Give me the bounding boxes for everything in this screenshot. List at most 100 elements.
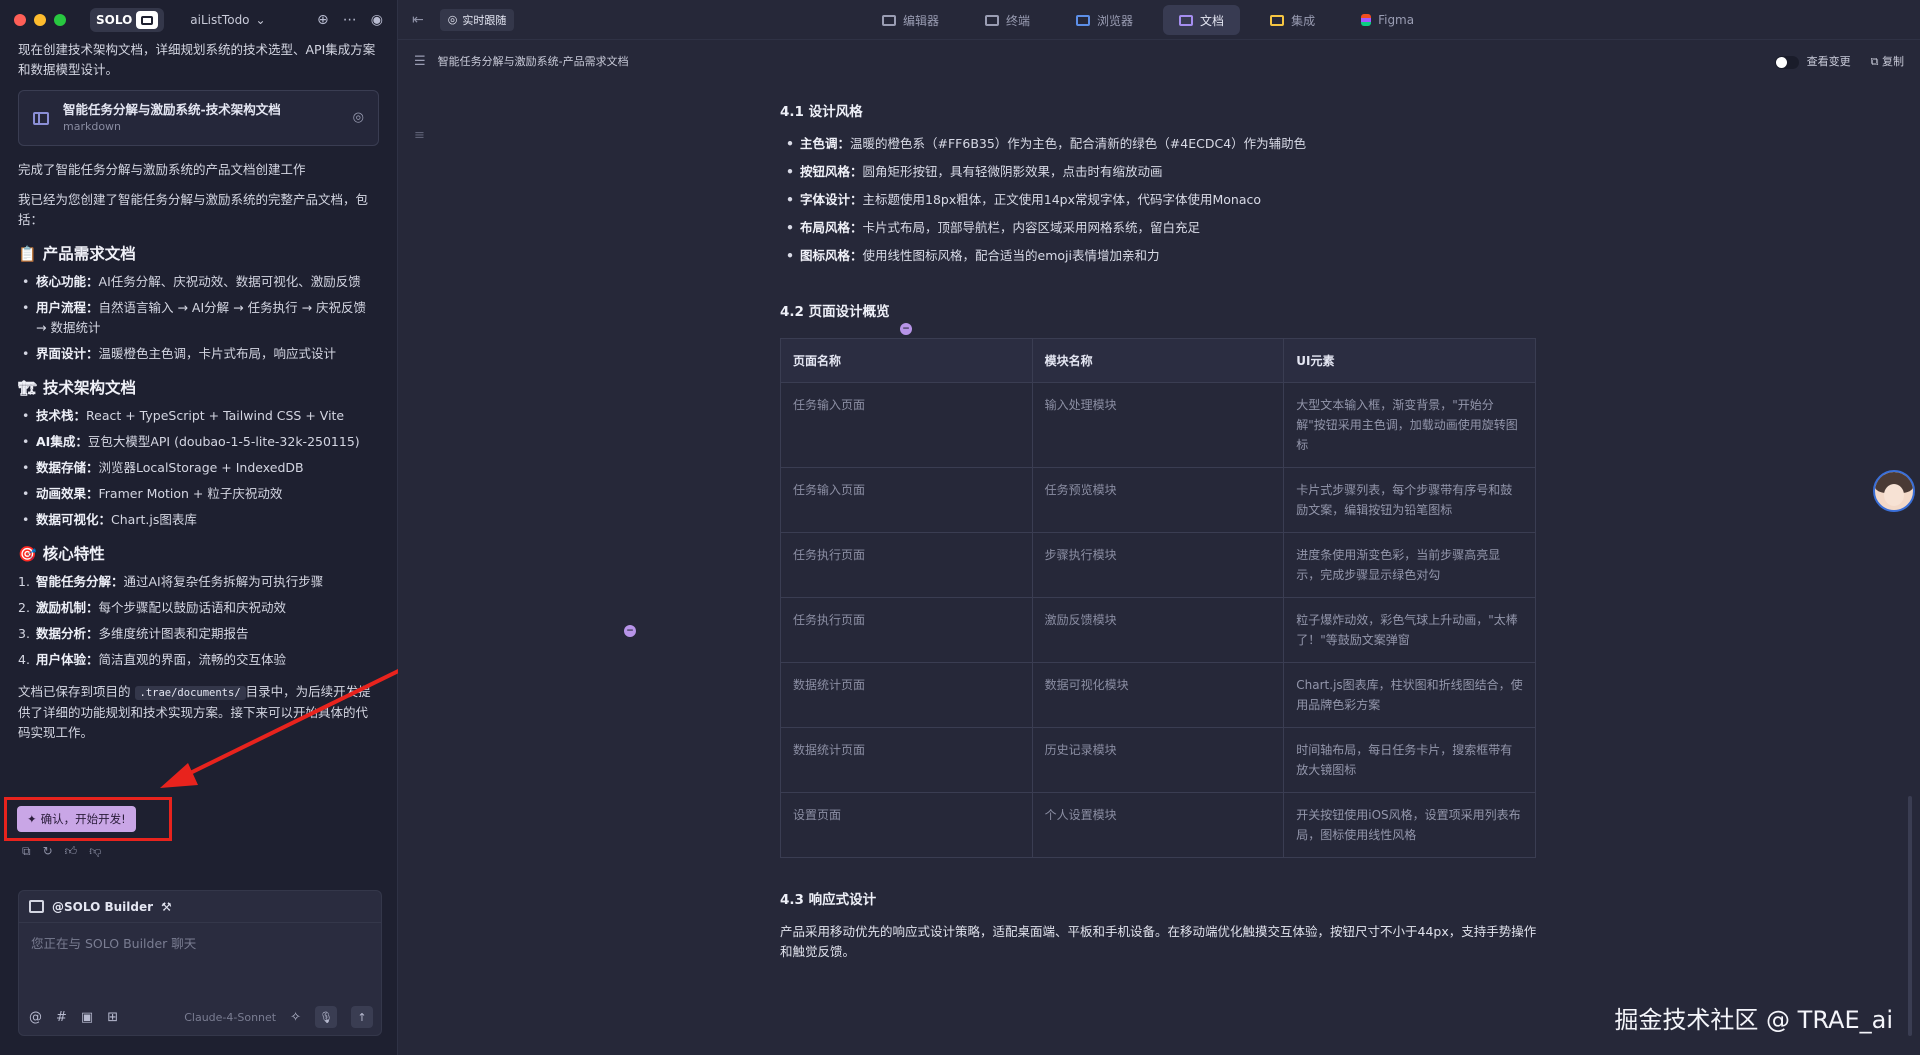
- table-cell: 粒子爆炸动效，彩色气球上升动画，"太棒了！"等鼓励文案弹窗: [1283, 597, 1536, 663]
- view-changes-toggle[interactable]: 查看变更: [1774, 53, 1851, 69]
- list-item: 3. 数据分析：多维度统计图表和定期报告: [18, 624, 379, 644]
- item-key: 数据存储：: [36, 460, 99, 475]
- close-window-button[interactable]: [14, 14, 26, 26]
- item-text: 每个步骤配以鼓励话语和庆祝动效: [98, 600, 286, 615]
- minimize-window-button[interactable]: [34, 14, 46, 26]
- collapse-sidebar-icon[interactable]: ⇤: [412, 12, 424, 28]
- item-text: 卡片式布局，顶部导航栏，内容区域采用网格系统，留白充足: [862, 220, 1201, 235]
- item-text: AI任务分解、庆祝动效、数据可视化、激励反馈: [98, 274, 361, 289]
- retry-icon[interactable]: ↻: [43, 844, 53, 859]
- item-key: 主色调：: [800, 136, 851, 151]
- item-text: 通过AI将复杂任务拆解为可执行步骤: [123, 574, 324, 589]
- list-item: AI集成：豆包大模型API (doubao-1-5-lite-32k-25011…: [18, 432, 379, 452]
- item-key: AI集成：: [36, 434, 88, 449]
- list-item: 按钮风格：圆角矩形按钮，具有轻微阴影效果，点击时有缩放动画: [780, 158, 1540, 186]
- chat-input-field[interactable]: 您正在与 SOLO Builder 聊天: [19, 923, 381, 962]
- table-row: 任务执行页面 激励反馈模块 粒子爆炸动效，彩色气球上升动画，"太棒了！"等鼓励文…: [780, 597, 1536, 663]
- project-selector[interactable]: aiListTodo ⌄: [190, 13, 265, 27]
- table-col-handle-icon[interactable]: −: [624, 625, 636, 637]
- send-button[interactable]: ↑: [351, 1006, 373, 1028]
- section-heading-arch: 🏗 技术架构文档: [18, 378, 379, 398]
- agent-header: @SOLO Builder ⚒: [19, 891, 381, 923]
- tab-integration[interactable]: 集成: [1254, 5, 1331, 35]
- model-selector[interactable]: Claude-4-Sonnet: [184, 1011, 276, 1024]
- tab-terminal[interactable]: 终端: [969, 5, 1046, 35]
- document-card[interactable]: 智能任务分解与激励系统-技术架构文档 markdown ◎: [18, 90, 379, 146]
- table-cell: 任务执行页面: [780, 597, 1033, 663]
- table-cell: 任务输入页面: [780, 382, 1033, 468]
- table-cell: 个人设置模块: [1031, 792, 1285, 858]
- hash-icon[interactable]: #: [56, 1010, 67, 1025]
- chat-done-text: 完成了智能任务分解与激励系统的产品文档创建工作: [18, 162, 306, 177]
- voice-button[interactable]: 🎙︎: [315, 1006, 337, 1028]
- column-header: UI元素: [1283, 338, 1536, 383]
- new-chat-icon[interactable]: ⊕: [317, 12, 329, 28]
- item-text: React + TypeScript + Tailwind CSS + Vite: [86, 408, 345, 423]
- terminal-icon: [985, 14, 1000, 26]
- preview-eye-icon[interactable]: ◎: [353, 108, 364, 128]
- tools-icon[interactable]: ⚒: [161, 900, 172, 914]
- item-text: 浏览器LocalStorage + IndexedDB: [98, 460, 304, 475]
- list-item: 主色调：温暖的橙色系（#FF6B35）作为主色，配合清新的绿色（#4ECDC4）…: [780, 130, 1540, 158]
- document-scrollbar[interactable]: [1908, 796, 1912, 1036]
- watermark-text: 掘金技术社区 @ TRAE_ai: [1614, 1006, 1893, 1034]
- account-icon[interactable]: ◉: [371, 12, 383, 28]
- outline-toggle-icon[interactable]: ≡: [414, 128, 425, 143]
- document-content: 4.1 设计风格 主色调：温暖的橙色系（#FF6B35）作为主色，配合清新的绿色…: [780, 100, 1540, 962]
- table-cell: 任务执行页面: [780, 532, 1033, 598]
- agent-icon: [29, 900, 44, 913]
- design-style-list: 主色调：温暖的橙色系（#FF6B35）作为主色，配合清新的绿色（#4ECDC4）…: [780, 130, 1540, 270]
- list-item: 布局风格：卡片式布局，顶部导航栏，内容区域采用网格系统，留白充足: [780, 214, 1540, 242]
- tab-browser[interactable]: 浏览器: [1060, 5, 1149, 35]
- table-cell: 时间轴布局，每日任务卡片，搜索框带有放大镜图标: [1283, 727, 1536, 793]
- list-item: 动画效果：Framer Motion + 粒子庆祝动效: [18, 484, 379, 504]
- tab-docs[interactable]: 文档: [1163, 5, 1241, 35]
- toggle-switch: [1774, 55, 1799, 69]
- magic-icon[interactable]: ✧: [290, 1010, 301, 1025]
- item-text: 主标题使用18px粗体，正文使用14px常规字体，代码字体使用Monaco: [862, 192, 1262, 207]
- table-cell: 数据统计页面: [780, 727, 1033, 793]
- thumbs-down-icon[interactable]: 👎︎: [89, 844, 101, 859]
- context-icon[interactable]: ⊞: [107, 1010, 118, 1025]
- outline-list-icon[interactable]: ☰: [414, 54, 426, 69]
- live-icon: ◎: [447, 13, 458, 26]
- tab-figma[interactable]: Figma: [1345, 5, 1430, 35]
- list-item: 用户流程：自然语言输入 → AI分解 → 任务执行 → 庆祝反馈 → 数据统计: [18, 298, 379, 338]
- docs-icon: [1179, 14, 1194, 26]
- copy-icon[interactable]: ⧉: [22, 844, 31, 859]
- item-key: 字体设计：: [800, 192, 863, 207]
- solo-mode-badge[interactable]: SOLO: [90, 8, 165, 32]
- live-follow-button[interactable]: ◎ 实时跟随: [439, 8, 515, 31]
- integration-icon: [1270, 14, 1285, 26]
- editor-topbar: ⇤ ◎ 实时跟随 编辑器 终端 浏览器 文档 集成 Figma: [398, 0, 1920, 40]
- item-text: 使用线性图标风格，配合适当的emoji表情增加亲和力: [862, 248, 1160, 263]
- thumbs-up-icon[interactable]: 👍︎: [65, 844, 78, 859]
- assistant-avatar[interactable]: [1873, 470, 1915, 512]
- table-cell: 大型文本输入框，渐变背景，"开始分解"按钮采用主色调，加载动画使用旋转图标: [1283, 382, 1536, 468]
- figma-icon: [1361, 14, 1372, 26]
- arch-list: 技术栈：React + TypeScript + Tailwind CSS + …: [18, 406, 379, 530]
- copy-label: 复制: [1882, 55, 1904, 68]
- maximize-window-button[interactable]: [54, 14, 66, 26]
- table-row: 数据统计页面 历史记录模块 时间轴布局，每日任务卡片，搜索框带有放大镜图标: [780, 727, 1536, 793]
- solo-toggle-icon: [136, 11, 159, 29]
- prd-list: 核心功能：AI任务分解、庆祝动效、数据可视化、激励反馈 用户流程：自然语言输入 …: [18, 272, 379, 364]
- item-text: 豆包大模型API (doubao-1-5-lite-32k-250115): [87, 434, 360, 449]
- more-icon[interactable]: ⋯: [343, 12, 357, 28]
- copy-button[interactable]: ⧉ 复制: [1871, 53, 1904, 69]
- tab-editor[interactable]: 编辑器: [866, 5, 955, 35]
- list-item: 图标风格：使用线性图标风格，配合适当的emoji表情增加亲和力: [780, 242, 1540, 270]
- item-key: 技术栈：: [36, 408, 87, 423]
- table-row-handle-icon[interactable]: −: [900, 323, 912, 335]
- mention-icon[interactable]: @: [29, 1010, 42, 1025]
- table-cell: 任务预览模块: [1031, 467, 1285, 533]
- table-cell: 输入处理模块: [1031, 382, 1285, 468]
- confirm-start-dev-button[interactable]: ✦ 确认，开始开发!: [17, 806, 136, 832]
- chat-summary-text: 我已经为您创建了智能任务分解与激励系统的完整产品文档，包括：: [18, 192, 369, 227]
- image-icon[interactable]: ▣: [81, 1010, 93, 1025]
- item-text: Chart.js图表库: [111, 512, 197, 527]
- list-item: 2. 激励机制：每个步骤配以鼓励话语和庆祝动效: [18, 598, 379, 618]
- browser-icon: [1076, 14, 1091, 26]
- window-controls: [14, 14, 66, 26]
- agent-name: @SOLO Builder: [52, 899, 154, 914]
